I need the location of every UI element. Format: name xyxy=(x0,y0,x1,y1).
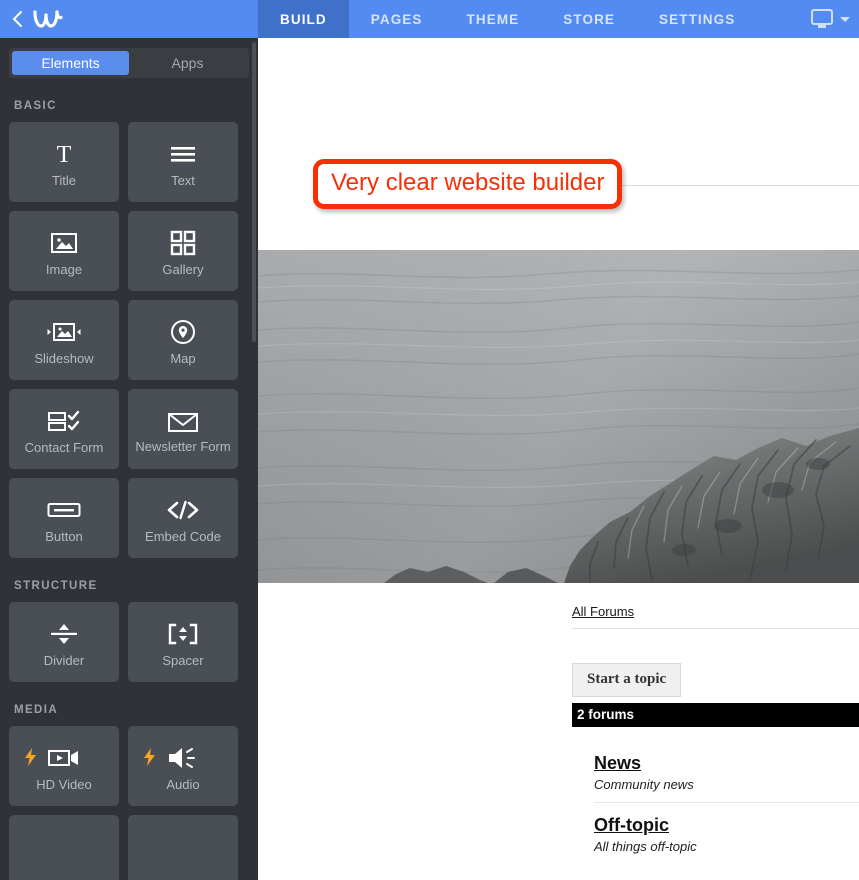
map-pin-icon xyxy=(170,315,196,349)
section-label-basic: BASIC xyxy=(14,100,57,112)
media-element-grid: HD Video Audio xyxy=(0,726,258,880)
list-item[interactable]: News Community news xyxy=(594,741,859,802)
pro-lightning-icon xyxy=(144,748,156,766)
basic-element-grid: T Title Text Image Gallery Slideshow Map… xyxy=(0,122,258,558)
element-tile-label: Image xyxy=(45,261,83,277)
speaker-icon xyxy=(167,741,199,775)
structure-element-grid: Divider Spacer xyxy=(0,602,258,682)
tab-build[interactable]: BUILD xyxy=(258,0,349,38)
element-tile-label: Text xyxy=(171,172,195,188)
elements-sidebar: Elements Apps BASIC T Title Text Image G… xyxy=(0,38,258,880)
element-tile-partial-right[interactable] xyxy=(128,815,238,880)
element-tile-label: Embed Code xyxy=(145,528,221,544)
title-t-icon: T xyxy=(51,137,77,171)
weebly-editor-window: BUILD PAGES THEME STORE SETTINGS Element… xyxy=(0,0,859,880)
element-tile-title[interactable]: T Title xyxy=(9,122,119,202)
spacer-icon xyxy=(167,617,199,651)
sidebar-tab-group: Elements Apps xyxy=(9,48,249,78)
element-tile-label: Map xyxy=(170,350,196,366)
element-tile-partial-left[interactable] xyxy=(9,815,119,880)
element-tile-embed-code[interactable]: Embed Code xyxy=(128,478,238,558)
forum-title-link[interactable]: Off-topic xyxy=(594,815,669,836)
tab-settings[interactable]: SETTINGS xyxy=(637,0,757,38)
tab-pages[interactable]: PAGES xyxy=(349,0,445,38)
envelope-icon xyxy=(167,405,199,439)
element-tile-newsletter-form[interactable]: Newsletter Form xyxy=(128,389,238,469)
device-preview-selector[interactable] xyxy=(810,0,851,38)
divider-icon xyxy=(49,617,79,651)
forum-title-link[interactable]: News xyxy=(594,753,641,774)
element-tile-image[interactable]: Image xyxy=(9,211,119,291)
element-tile-label: Spacer xyxy=(162,652,204,668)
weebly-logo[interactable] xyxy=(32,7,66,31)
button-icon xyxy=(47,493,81,527)
start-topic-button[interactable]: Start a topic xyxy=(572,663,682,697)
forum-list: News Community news Off-topic All things… xyxy=(572,741,859,864)
contact-form-icon xyxy=(48,404,80,438)
forum-block: All Forums Start a topic 2 forums News C… xyxy=(572,603,859,864)
video-camera-icon xyxy=(47,741,81,775)
forum-description: All things off-topic xyxy=(594,839,697,854)
element-tile-button[interactable]: Button xyxy=(9,478,119,558)
element-tile-hd-video[interactable]: HD Video xyxy=(9,726,119,806)
element-tile-map[interactable]: Map xyxy=(128,300,238,380)
image-picture-icon xyxy=(50,226,78,260)
element-tile-audio[interactable]: Audio xyxy=(128,726,238,806)
gallery-grid-icon xyxy=(170,226,196,260)
section-label-structure: STRUCTURE xyxy=(14,580,98,592)
tab-theme[interactable]: THEME xyxy=(445,0,542,38)
element-tile-slideshow[interactable]: Slideshow xyxy=(9,300,119,380)
element-tile-gallery[interactable]: Gallery xyxy=(128,211,238,291)
back-chevron-icon[interactable] xyxy=(10,9,26,29)
element-tile-label: Button xyxy=(45,528,83,544)
embed-code-icon xyxy=(166,493,200,527)
element-tile-label: Slideshow xyxy=(34,350,94,366)
all-forums-link[interactable]: All Forums xyxy=(572,604,634,619)
sidebar-scrollbar[interactable] xyxy=(252,42,256,342)
svg-text:T: T xyxy=(57,142,72,167)
grayscale-seascape-rocks-photo xyxy=(258,250,859,583)
element-tile-label: Gallery xyxy=(162,261,204,277)
main-nav: BUILD PAGES THEME STORE SETTINGS xyxy=(258,0,859,38)
section-label-media: MEDIA xyxy=(14,704,59,716)
element-tile-label: Contact Form xyxy=(24,439,104,455)
element-tile-label: Divider xyxy=(43,652,85,668)
element-tile-text[interactable]: Text xyxy=(128,122,238,202)
element-tile-label: Newsletter Form xyxy=(135,438,231,454)
element-tile-label: Audio xyxy=(166,776,200,792)
element-tile-contact-form[interactable]: Contact Form xyxy=(9,389,119,469)
pro-lightning-icon xyxy=(25,748,37,766)
list-item[interactable]: Off-topic All things off-topic xyxy=(594,802,859,864)
tab-apps[interactable]: Apps xyxy=(129,51,246,75)
desktop-monitor-icon xyxy=(810,8,834,30)
tab-elements[interactable]: Elements xyxy=(12,51,129,75)
element-tile-label: Title xyxy=(51,172,77,188)
tab-store[interactable]: STORE xyxy=(541,0,637,38)
hero-image[interactable] xyxy=(258,250,859,583)
brand-bar xyxy=(0,0,258,38)
slideshow-icon xyxy=(47,315,81,349)
chevron-down-icon xyxy=(839,15,851,23)
element-tile-divider[interactable]: Divider xyxy=(9,602,119,682)
forums-count-header: 2 forums xyxy=(572,703,859,727)
text-lines-icon xyxy=(169,137,197,171)
top-bar: BUILD PAGES THEME STORE SETTINGS xyxy=(0,0,859,38)
element-tile-label: HD Video xyxy=(36,776,92,792)
element-tile-spacer[interactable]: Spacer xyxy=(128,602,238,682)
forum-description: Community news xyxy=(594,777,694,792)
annotation-callout: Very clear website builder xyxy=(313,159,623,209)
